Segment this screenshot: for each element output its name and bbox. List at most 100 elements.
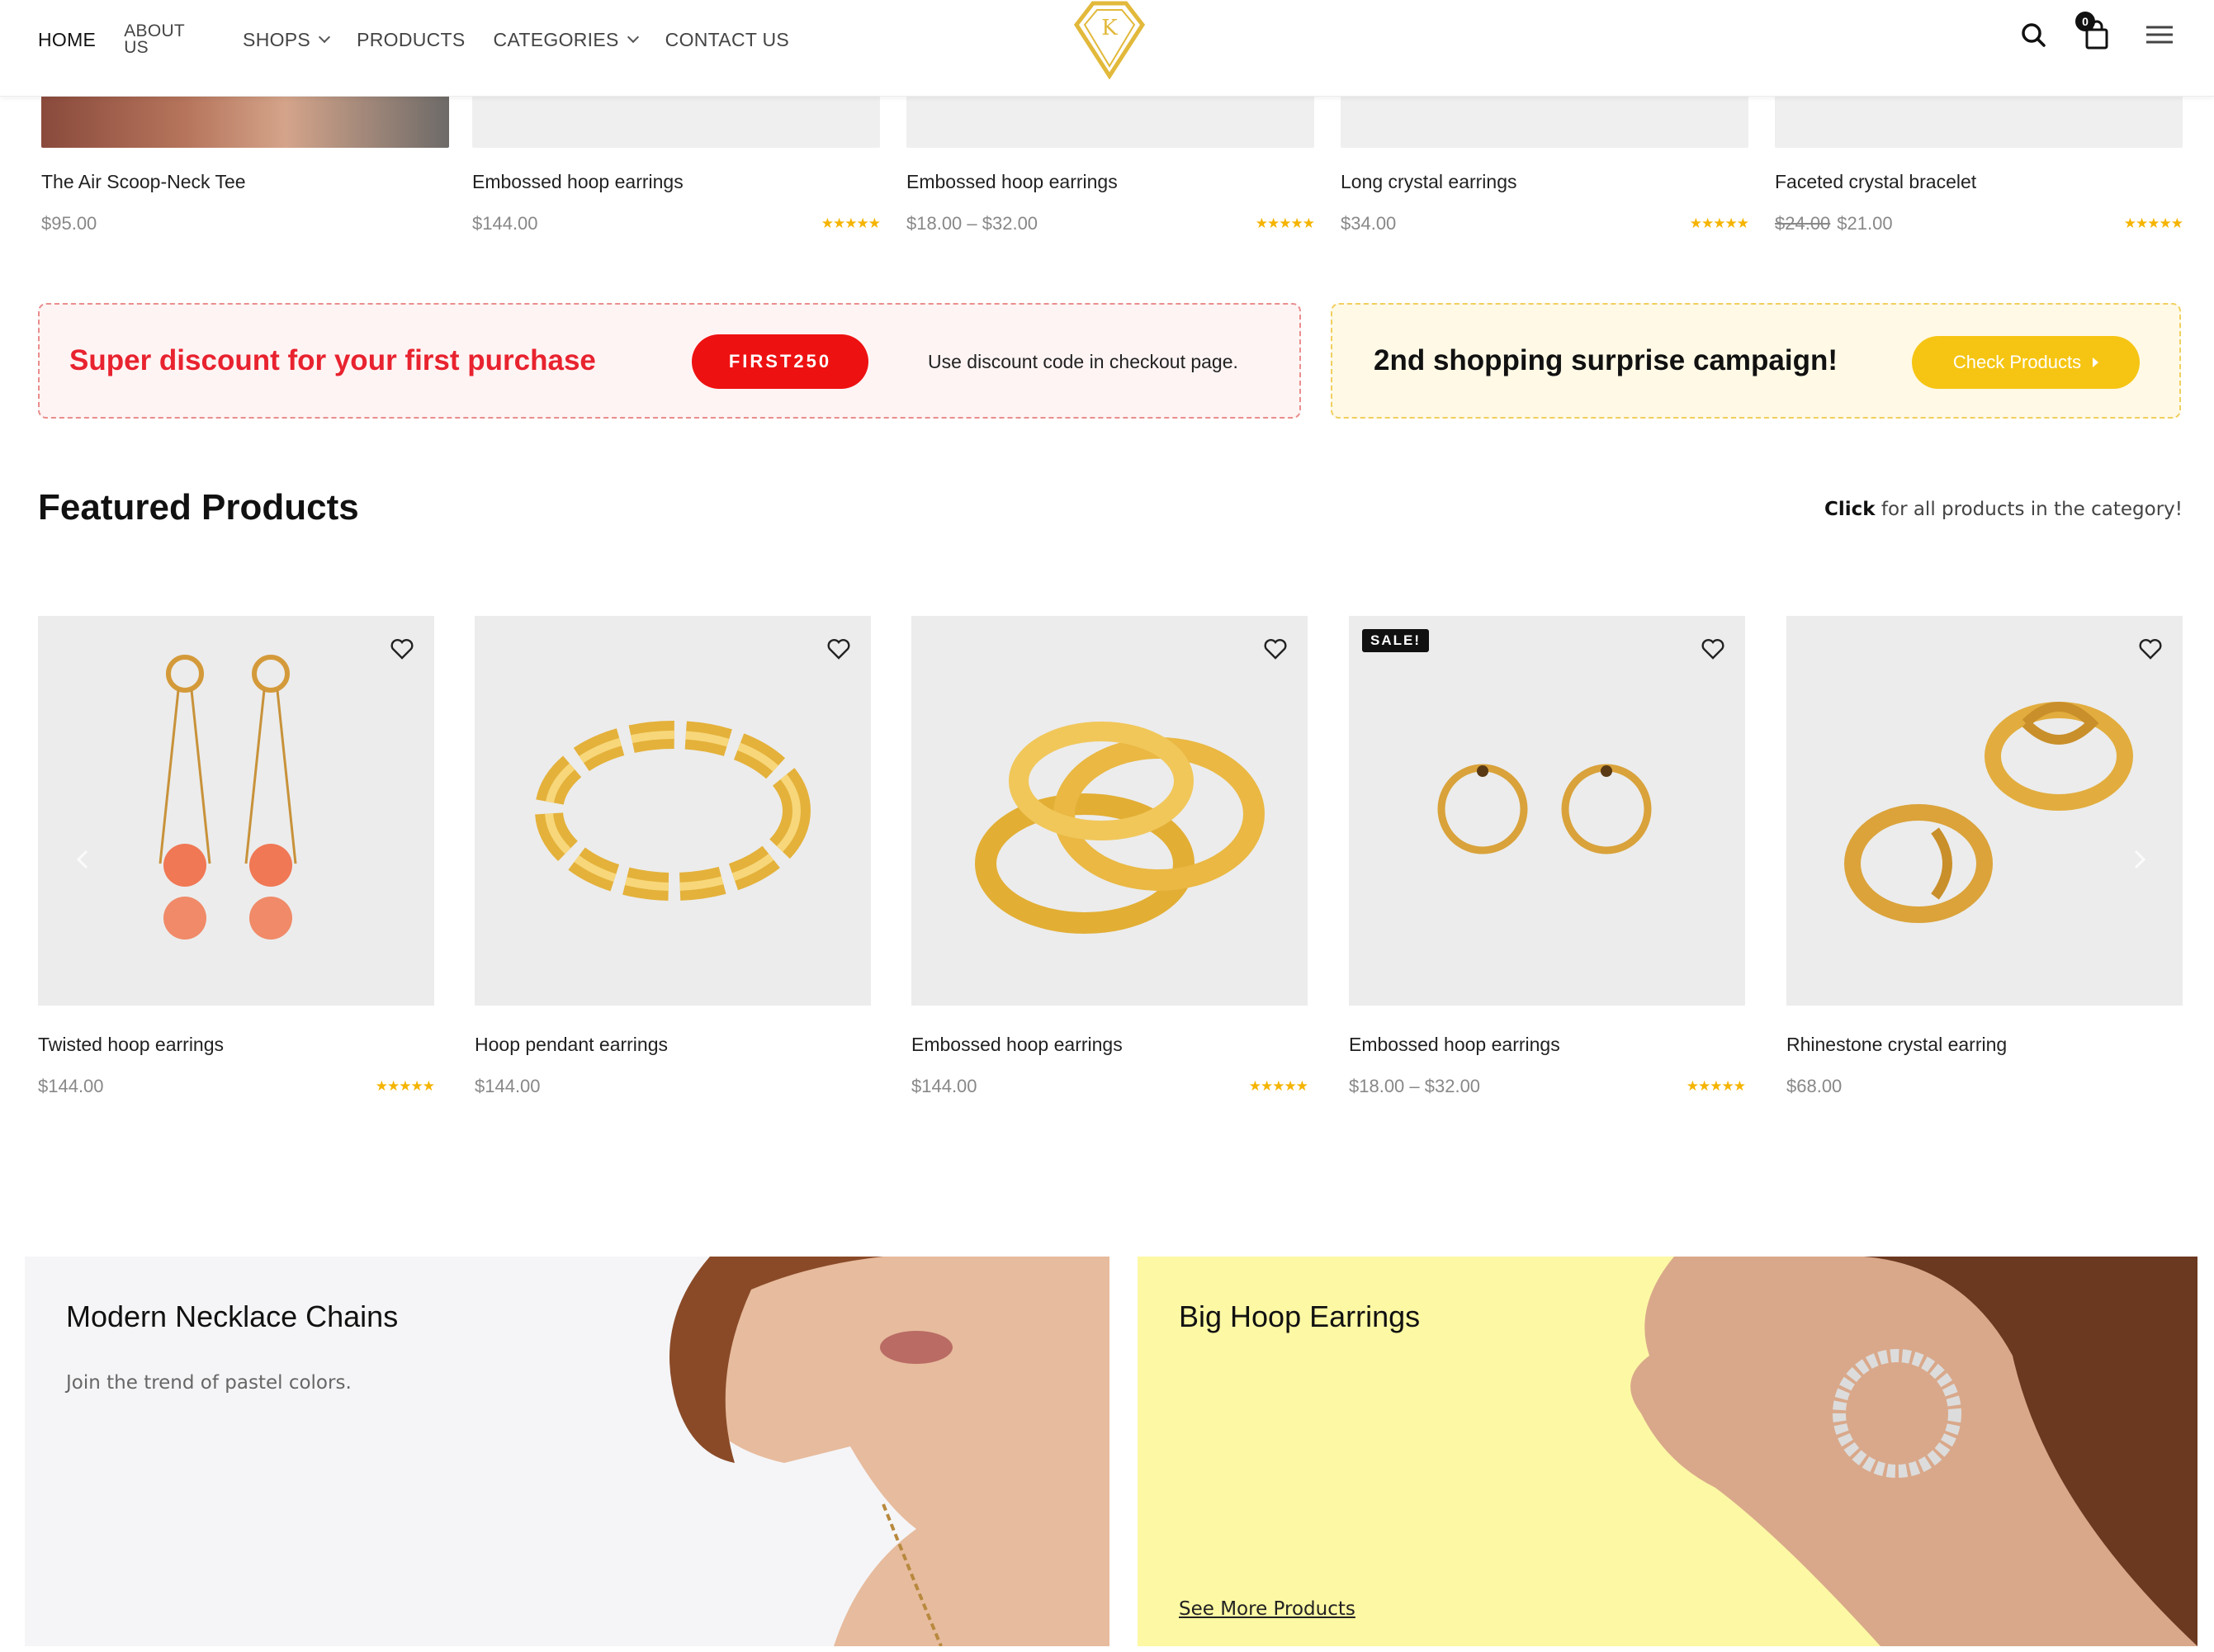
product-name[interactable]: Embossed hoop earrings [1349,1034,1745,1056]
product-name[interactable]: Embossed hoop earrings [911,1034,1308,1056]
gold-rings-image [975,722,1265,934]
top-product-strip: The Air Scoop-Neck Tee $95.00 Embossed h… [0,97,2214,253]
price-row: $95.00 [41,213,449,234]
product-card[interactable]: Embossed hoop earrings $18.00 – $32.00 ★… [906,97,1315,234]
necklace-banner[interactable]: Modern Necklace Chains Join the trend of… [25,1257,1109,1646]
cart-icon[interactable]: 0 [2075,12,2113,51]
heart-icon[interactable] [2138,637,2163,660]
chain-bracelet-image [535,721,811,901]
star-rating: ★★★★★ [375,1078,435,1094]
product-image[interactable] [475,616,871,1006]
header-actions: 0 [2018,12,2176,51]
svg-text:K: K [1101,16,1118,40]
nav-about-line1: ABOUT [124,21,186,40]
price-row: $144.00 [475,1076,871,1097]
menu-icon[interactable] [2143,18,2176,51]
nav-categories-label: CATEGORIES [493,28,619,50]
nav-shops-label: SHOPS [243,28,311,50]
product-card[interactable]: Faceted crystal bracelet $24.00 $21.00 ★★… [1775,97,2183,234]
nav-contact-us[interactable]: CONTACT US [665,29,789,51]
product-card[interactable]: The Air Scoop-Neck Tee $95.00 [41,97,449,234]
drop-earrings-image [158,655,297,940]
product-card[interactable]: Twisted hoop earrings $144.00 ★★★★★ [38,616,435,1097]
nav-products[interactable]: PRODUCTS [357,29,465,51]
heart-icon[interactable] [826,637,851,660]
price-row: $144.00 ★★★★★ [472,213,881,234]
check-products-label: Check Products [1952,352,2082,372]
product-name[interactable]: Embossed hoop earrings [472,171,880,193]
campaign-banner: 2nd shopping surprise campaign! Check Pr… [1331,303,2181,419]
product-image[interactable] [1786,616,2183,1006]
product-card[interactable]: Long crystal earrings $34.00 ★★★★★ [1341,97,1749,234]
product-image[interactable] [472,97,880,148]
stud-hoop-earrings-image [1437,764,1652,854]
heart-icon[interactable] [1263,637,1288,660]
featured-carousel: Twisted hoop earrings $144.00 ★★★★★ Hoop… [38,616,2183,1111]
product-image[interactable] [1341,97,1748,148]
product-card[interactable]: Rhinestone crystal earring $68.00 [1786,616,2183,1097]
star-rating: ★★★★★ [1686,1078,1746,1094]
site-logo[interactable]: K [1058,0,1161,80]
product-price: $144.00 [911,1076,977,1096]
product-name[interactable]: Long crystal earrings [1341,171,1748,193]
discount-banner: Super discount for your first purchase F… [38,303,1301,419]
cart-count-badge: 0 [2075,12,2095,31]
star-rating: ★★★★★ [1248,1078,1308,1094]
product-card[interactable]: Hoop pendant earrings $144.00 [475,616,871,1097]
star-rating: ★★★★★ [1689,215,1749,231]
caret-right-icon [2093,357,2099,367]
product-name[interactable]: Hoop pendant earrings [475,1034,871,1056]
site-header: HOME ABOUT US SHOPS PRODUCTS CATEGORIES … [0,0,2214,97]
product-image[interactable] [911,616,1308,1006]
product-price: $18.00 – $32.00 [906,213,1038,234]
product-price: $144.00 [475,1076,541,1096]
main-nav: HOME ABOUT US SHOPS PRODUCTS CATEGORIES … [38,0,817,79]
product-image[interactable] [906,97,1314,148]
product-card[interactable]: SALE! Embossed hoop earrings $18.00 – $3… [1349,616,1746,1097]
product-price: $68.00 [1786,1076,1843,1096]
price-row: $144.00 ★★★★★ [911,1076,1308,1097]
price-row: $144.00 ★★★★★ [38,1076,435,1097]
see-more-products-link[interactable]: See More Products [1179,1598,1355,1620]
product-image[interactable] [1775,97,2183,148]
product-price: $18.00 – $32.00 [1349,1076,1481,1096]
nav-home[interactable]: HOME [38,29,96,51]
banner-title: Big Hoop Earrings [1179,1299,1421,1333]
product-name[interactable]: Twisted hoop earrings [38,1034,434,1056]
heart-icon[interactable] [1701,637,1725,660]
diamond-logo-icon: K [1073,1,1146,80]
nav-categories[interactable]: CATEGORIES [493,28,639,51]
chevron-right-icon[interactable] [2126,847,2151,872]
link-bold: Click [1824,499,1876,520]
product-price: $144.00 [472,213,538,234]
chevron-left-icon[interactable] [71,847,96,872]
star-rating: ★★★★★ [821,215,881,231]
heart-icon[interactable] [390,637,414,660]
hoop-earrings-banner[interactable]: Big Hoop Earrings See More Products [1138,1257,2197,1646]
coupon-code-button[interactable]: FIRST250 [692,334,868,389]
campaign-title: 2nd shopping surprise campaign! [1374,344,1838,376]
star-rating: ★★★★★ [2123,215,2183,231]
search-icon[interactable] [2018,18,2051,51]
price-row: $24.00 $21.00 ★★★★★ [1775,213,2183,234]
product-name[interactable]: Faceted crystal bracelet [1775,171,2183,193]
check-products-button[interactable]: Check Products [1912,336,2140,389]
nav-about-us[interactable]: ABOUT US [124,21,186,57]
old-price: $24.00 [1775,213,1831,234]
all-products-link[interactable]: Click for all products in the category! [1824,499,2183,520]
nav-shops[interactable]: SHOPS [243,28,331,51]
product-card[interactable]: Embossed hoop earrings $144.00 ★★★★★ [472,97,881,234]
star-rating: ★★★★★ [1255,215,1315,231]
product-image[interactable] [38,616,434,1006]
nav-about-line2: US [124,38,149,57]
product-name[interactable]: The Air Scoop-Neck Tee [41,171,449,193]
product-name[interactable]: Rhinestone crystal earring [1786,1034,2183,1056]
knot-rings-image [1844,702,2133,923]
product-price: $21.00 [1837,213,1893,234]
product-image[interactable] [41,97,449,148]
section-title: Featured Products [38,487,359,528]
product-image[interactable]: SALE! [1349,616,1745,1006]
product-card[interactable]: Embossed hoop earrings $144.00 ★★★★★ [911,616,1308,1097]
product-name[interactable]: Embossed hoop earrings [906,171,1314,193]
link-rest: for all products in the category! [1875,499,2183,520]
